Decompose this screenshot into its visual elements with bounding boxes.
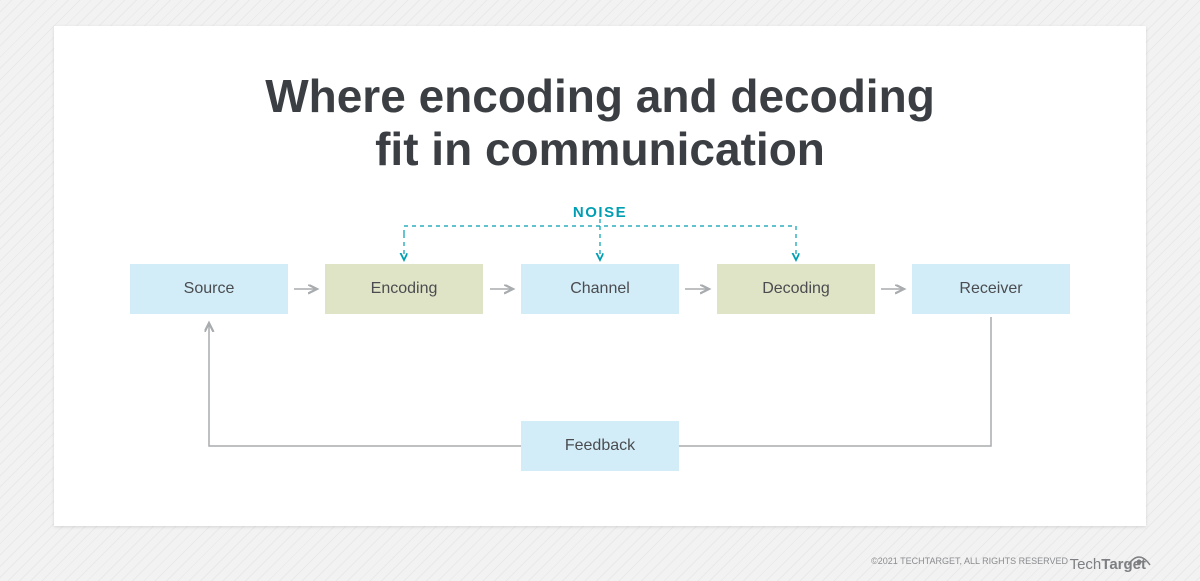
brand-word-1: Tech [1070,556,1102,573]
brand-logo: TechTarget [1070,556,1146,573]
diagram-card: Where encoding and decoding fit in commu… [54,26,1146,526]
brand-word-2: Target [1101,556,1146,573]
feedback-loop [54,26,1146,526]
copyright-text: ©2021 TECHTARGET, ALL RIGHTS RESERVED [871,556,1068,566]
